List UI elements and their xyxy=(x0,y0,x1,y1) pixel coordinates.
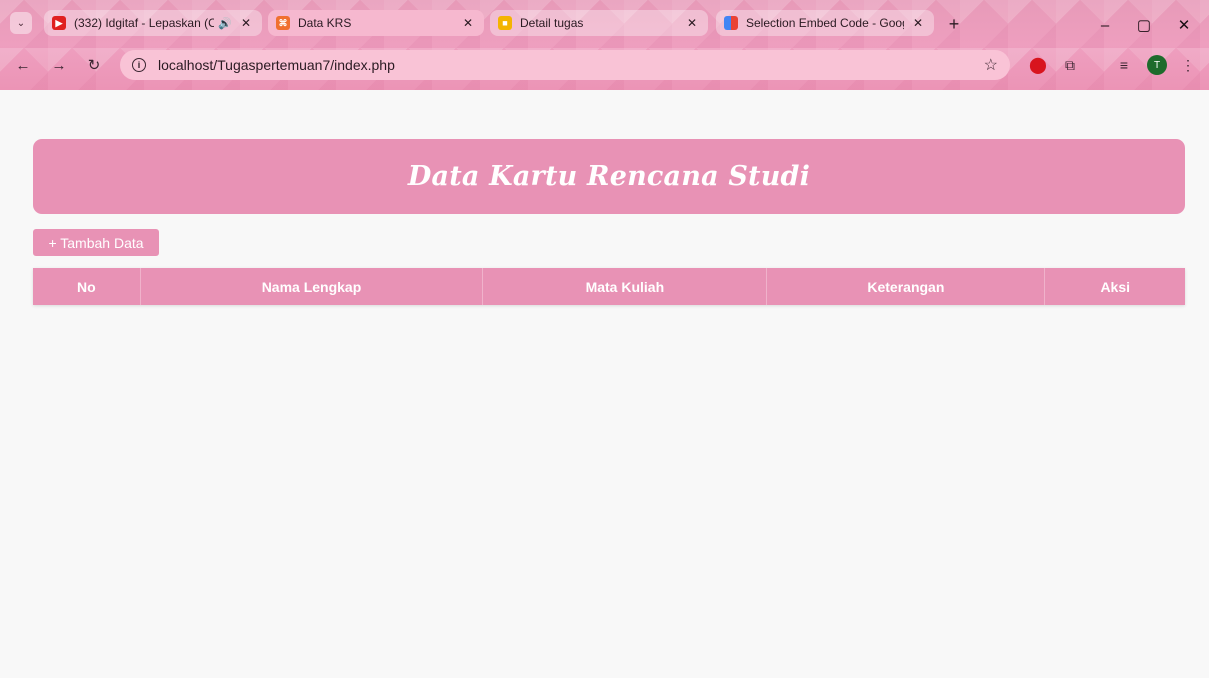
tab-data-krs[interactable]: ⌘ Data KRS ✕ xyxy=(268,10,484,36)
column-header-no: No xyxy=(33,268,141,305)
page-title: Data Kartu Rencana Studi xyxy=(33,139,1185,214)
info-icon[interactable]: i xyxy=(132,58,146,72)
tab-title: Selection Embed Code - Googl xyxy=(746,16,904,30)
minimize-button[interactable]: – xyxy=(1085,12,1125,38)
browser-chrome: ⌄ ▶ (332) Idgitaf - Lepaskan (Of 🔊 ✕ ⌘ D… xyxy=(0,0,1209,90)
column-header-keterangan: Keterangan xyxy=(766,268,1046,305)
table-header: No Nama Lengkap Mata Kuliah Keterangan A… xyxy=(33,268,1185,305)
close-tab-icon[interactable]: ✕ xyxy=(684,15,700,31)
add-data-button[interactable]: + Tambah Data xyxy=(33,229,159,256)
tab-title: Data KRS xyxy=(298,16,352,30)
url-text: localhost/Tugaspertemuan7/index.php xyxy=(158,57,395,73)
tab-strip: ⌄ ▶ (332) Idgitaf - Lepaskan (Of 🔊 ✕ ⌘ D… xyxy=(0,6,1209,38)
youtube-icon: ▶ xyxy=(52,16,66,30)
table-header-row: No Nama Lengkap Mata Kuliah Keterangan A… xyxy=(33,268,1185,305)
menu-dots-icon[interactable]: ⋮ xyxy=(1178,55,1198,75)
new-tab-button[interactable]: + xyxy=(944,14,964,34)
chevron-down-icon: ⌄ xyxy=(16,17,26,29)
tab-youtube[interactable]: ▶ (332) Idgitaf - Lepaskan (Of 🔊 ✕ xyxy=(44,10,262,36)
close-window-button[interactable]: ✕ xyxy=(1164,12,1204,38)
profile-avatar[interactable]: T xyxy=(1147,55,1167,75)
back-arrow-icon[interactable]: ← xyxy=(12,54,34,76)
extensions-icon[interactable]: ⧉ xyxy=(1060,55,1080,75)
google-icon xyxy=(724,16,738,30)
column-header-mata-kuliah: Mata Kuliah xyxy=(482,268,768,305)
tab-detail-tugas[interactable]: ■ Detail tugas ✕ xyxy=(490,10,708,36)
opera-icon[interactable]: ⬤ xyxy=(1028,55,1048,75)
bookmark-star-icon[interactable]: ☆ xyxy=(984,55,998,75)
page-content: Data Kartu Rencana Studi + Tambah Data N… xyxy=(6,90,1203,678)
krs-table: No Nama Lengkap Mata Kuliah Keterangan A… xyxy=(33,268,1185,305)
tab-title: Detail tugas xyxy=(520,16,584,30)
browser-toolbar: ← → ↻ i localhost/Tugaspertemuan7/index.… xyxy=(0,44,1209,84)
tab-selection-embed[interactable]: Selection Embed Code - Googl ✕ xyxy=(716,10,934,36)
column-header-aksi: Aksi xyxy=(1044,268,1185,305)
tab-title: (332) Idgitaf - Lepaskan (Of xyxy=(74,16,215,30)
reload-icon[interactable]: ↻ xyxy=(83,54,105,76)
media-queue-icon[interactable]: ≡ xyxy=(1114,55,1134,75)
column-header-nama-lengkap: Nama Lengkap xyxy=(140,268,484,305)
restore-button[interactable]: ▢ xyxy=(1124,12,1164,38)
browser-window: ⌄ ▶ (332) Idgitaf - Lepaskan (Of 🔊 ✕ ⌘ D… xyxy=(0,0,1209,678)
xampp-icon: ⌘ xyxy=(276,16,290,30)
close-tab-icon[interactable]: ✕ xyxy=(460,15,476,31)
forward-arrow-icon[interactable]: → xyxy=(48,54,70,76)
tab-search-button[interactable]: ⌄ xyxy=(10,12,32,34)
close-tab-icon[interactable]: ✕ xyxy=(238,15,254,31)
speaker-icon[interactable]: 🔊 xyxy=(218,17,232,30)
address-bar[interactable]: i localhost/Tugaspertemuan7/index.php ☆ xyxy=(120,50,1010,80)
classroom-icon: ■ xyxy=(498,16,512,30)
close-tab-icon[interactable]: ✕ xyxy=(910,15,926,31)
